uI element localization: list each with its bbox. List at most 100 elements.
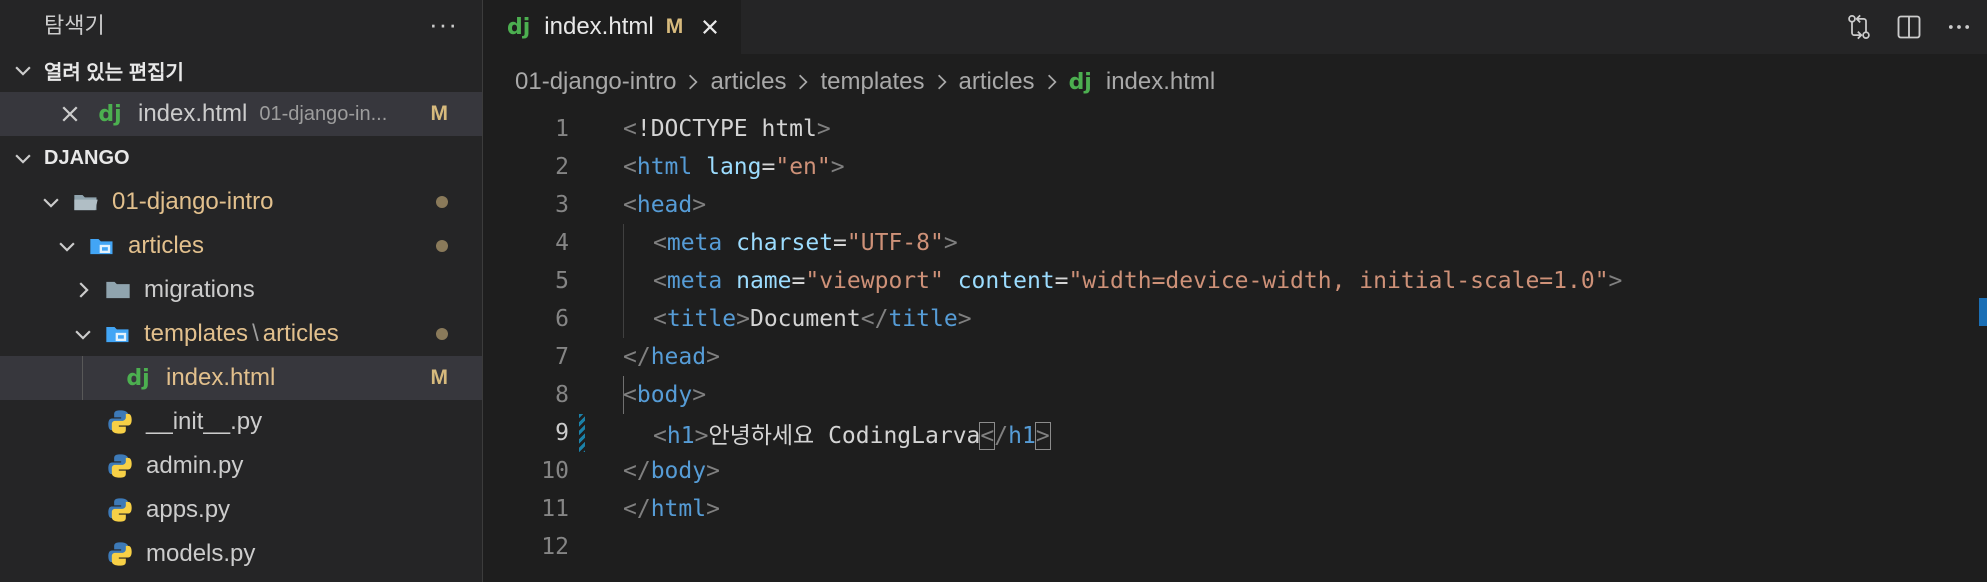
line-number: 2	[555, 154, 569, 180]
code-editor[interactable]: 1 <!DOCTYPE html> 2 <html lang="en"> 3 <…	[483, 110, 1987, 566]
tree-label: index.html	[166, 364, 276, 391]
django-file-icon: dj	[98, 101, 122, 127]
code-text: <h1>안녕하세요 CodingLarva</h1>	[653, 422, 1051, 450]
line-number: 8	[555, 382, 569, 408]
code-text: <meta charset="UTF-8">	[653, 230, 958, 256]
tree-file-index-html[interactable]: dj index.html M	[0, 356, 482, 400]
python-file-icon	[106, 408, 134, 436]
scrollbar-marker[interactable]	[1979, 298, 1987, 326]
code-line: 3 <head>	[483, 186, 1987, 224]
more-actions-icon[interactable]: ···	[429, 11, 458, 37]
tab-bar: dj index.html M	[483, 0, 1987, 54]
code-text: </head>	[623, 344, 720, 370]
python-file-icon	[106, 452, 134, 480]
line-number: 5	[555, 268, 569, 294]
code-line: 11 </html>	[483, 490, 1987, 528]
python-file-icon	[106, 496, 134, 524]
close-icon[interactable]	[699, 16, 721, 38]
open-editor-item-index-html[interactable]: dj index.html 01-django-in... M	[0, 92, 482, 136]
code-line-current: 9 <h1>안녕하세요 CodingLarva</h1>	[483, 414, 1987, 452]
breadcrumb-item[interactable]: articles	[710, 68, 786, 96]
line-number: 6	[555, 306, 569, 332]
tree-file-models-py[interactable]: models.py	[0, 532, 482, 576]
explorer-title: 탐색기	[44, 13, 105, 38]
tree-folder-01-django-intro[interactable]: 01-django-intro	[0, 180, 482, 224]
line-number: 1	[555, 116, 569, 142]
code-text: </body>	[623, 458, 720, 484]
workspace-section-header[interactable]: DJANGO	[0, 136, 482, 180]
path-separator: \	[252, 320, 259, 347]
folder-icon	[104, 276, 132, 304]
open-editors-section-header[interactable]: 열려 있는 편집기	[0, 48, 482, 92]
app-window: 탐색기 ··· 열려 있는 편집기 dj index.html 01-djang…	[0, 0, 1987, 582]
modified-dot	[436, 328, 448, 340]
code-line: 2 <html lang="en">	[483, 148, 1987, 186]
breadcrumb: 01-django-intro articles templates artic…	[483, 54, 1987, 110]
tree-label: 01-django-intro	[112, 188, 274, 215]
code-line: 6 <title>Document</title>	[483, 300, 1987, 338]
chevron-right-icon	[796, 73, 810, 91]
line-number: 11	[541, 496, 569, 522]
code-line: 5 <meta name="viewport" content="width=d…	[483, 262, 1987, 300]
code-text: <!DOCTYPE html>	[623, 116, 831, 142]
tree-label: admin.py	[146, 452, 244, 479]
chevron-right-icon	[686, 73, 700, 91]
chevron-down-icon	[40, 191, 62, 213]
close-icon[interactable]	[58, 102, 82, 126]
modified-dot	[436, 240, 448, 252]
chevron-right-icon	[935, 73, 949, 91]
django-file-icon: dj	[507, 14, 531, 40]
tab-label: index.html	[544, 13, 654, 40]
django-file-icon: dj	[126, 365, 150, 391]
breadcrumb-item[interactable]: templates	[820, 68, 924, 96]
code-text: <body>	[623, 382, 707, 408]
chevron-right-icon	[72, 279, 94, 301]
folder-app-icon	[104, 320, 132, 348]
chevron-down-icon	[12, 59, 34, 81]
line-number: 3	[555, 192, 569, 218]
tree-folder-migrations[interactable]: migrations	[0, 268, 482, 312]
tree-label: migrations	[144, 276, 255, 303]
breadcrumb-item[interactable]: index.html	[1106, 68, 1215, 96]
code-line: 8 <body>	[483, 376, 1987, 414]
more-actions-icon[interactable]	[1945, 13, 1973, 41]
breadcrumb-item[interactable]: 01-django-intro	[515, 68, 676, 96]
code-text: <title>Document</title>	[653, 306, 972, 332]
code-text: </html>	[623, 496, 720, 522]
open-editors-label: 열려 있는 편집기	[44, 61, 184, 84]
folder-open-icon	[72, 188, 100, 216]
modified-badge: M	[430, 366, 449, 389]
tree-label: __init__.py	[146, 408, 263, 435]
code-text: <html lang="en">	[623, 154, 845, 180]
tree-file-admin-py[interactable]: admin.py	[0, 444, 482, 488]
code-line: 7 </head>	[483, 338, 1987, 376]
tree-folder-articles[interactable]: articles	[0, 224, 482, 268]
chevron-right-icon	[1045, 73, 1059, 91]
line-number: 10	[541, 458, 569, 484]
tree-label-templates: templates	[144, 320, 249, 347]
editor-area: dj index.html M 01-django-intro articles…	[483, 0, 1987, 582]
tree-file-apps-py[interactable]: apps.py	[0, 488, 482, 532]
code-line: 12	[483, 528, 1987, 566]
line-number: 9	[555, 420, 569, 446]
tree-label: models.py	[146, 540, 256, 567]
chevron-down-icon	[72, 323, 94, 345]
open-editor-filename: index.html	[138, 100, 248, 127]
compare-changes-icon[interactable]	[1845, 13, 1873, 41]
tab-index-html[interactable]: dj index.html M	[483, 0, 742, 54]
code-text: <head>	[623, 192, 707, 218]
editor-actions	[1845, 0, 1973, 54]
breadcrumb-item[interactable]: articles	[959, 68, 1035, 96]
split-editor-icon[interactable]	[1895, 13, 1923, 41]
line-number: 7	[555, 344, 569, 370]
modified-dot	[436, 196, 448, 208]
python-file-icon	[106, 540, 134, 568]
modified-badge: M	[665, 15, 684, 38]
tree-folder-templates-articles[interactable]: templates \ articles	[0, 312, 482, 356]
code-line: 4 <meta charset="UTF-8">	[483, 224, 1987, 262]
tree-label: apps.py	[146, 496, 231, 523]
folder-app-icon	[88, 232, 116, 260]
django-file-icon: dj	[1068, 69, 1092, 95]
explorer-header: 탐색기 ···	[0, 0, 482, 48]
tree-file-init-py[interactable]: __init__.py	[0, 400, 482, 444]
